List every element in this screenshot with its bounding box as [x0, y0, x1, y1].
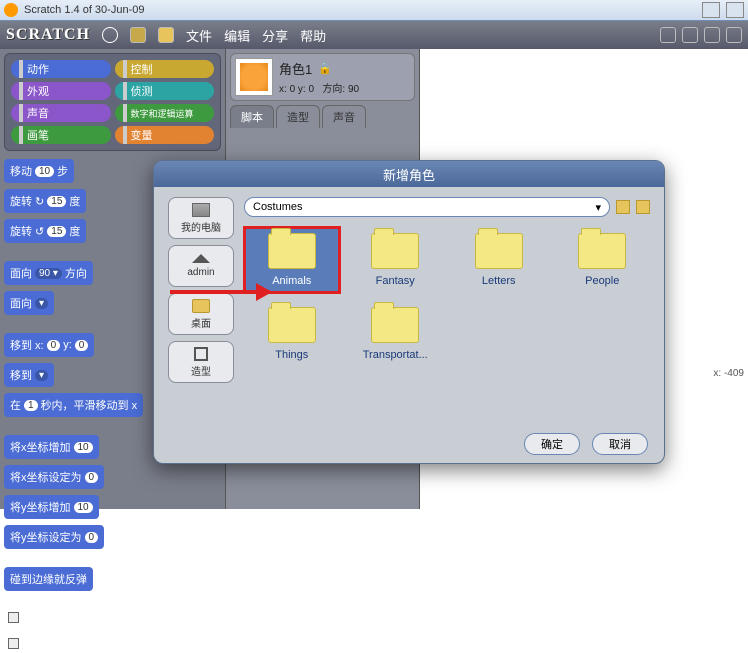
sprite-header: 角色1 🔒 x: 0 y: 0 方向: 90	[230, 53, 415, 101]
folder-icon	[371, 307, 419, 343]
block-point-to[interactable]: 面向▾	[4, 291, 54, 315]
up-folder-icon[interactable]	[616, 200, 630, 214]
folder-icon	[371, 233, 419, 269]
window-title: Scratch 1.4 of 30-Jun-09	[24, 4, 144, 16]
block-set-y[interactable]: 将y坐标设定为0	[4, 525, 104, 549]
open-icon[interactable]	[158, 27, 174, 43]
sprite-thumbnail[interactable]	[235, 58, 273, 96]
block-goto-xy[interactable]: 移到 x:0y:0	[4, 333, 94, 357]
side-computer[interactable]: 我的电脑	[168, 197, 234, 239]
computer-icon	[192, 203, 210, 217]
lock-icon[interactable]: 🔒	[318, 62, 332, 75]
language-icon[interactable]	[102, 27, 118, 43]
block-turn-left[interactable]: 旋转 ↺15度	[4, 219, 86, 243]
menubar: SCRATCH 文件 编辑 分享 帮助	[0, 21, 748, 49]
chevron-down-icon: ▾	[595, 201, 601, 214]
logo: SCRATCH	[6, 26, 90, 44]
window-titlebar: Scratch 1.4 of 30-Jun-09	[0, 0, 748, 21]
folder-icon	[268, 233, 316, 269]
cat-motion[interactable]: 动作	[11, 60, 111, 78]
tab-scripts[interactable]: 脚本	[230, 105, 274, 128]
costume-icon	[194, 347, 208, 361]
block-inc-x[interactable]: 将x坐标增加10	[4, 435, 99, 459]
tool-shrink-icon[interactable]	[726, 27, 742, 43]
menu-share[interactable]: 分享	[262, 26, 288, 45]
cat-sensing[interactable]: 侦测	[115, 82, 215, 100]
new-folder-icon[interactable]	[636, 200, 650, 214]
new-sprite-dialog: 新增角色 我的电脑 admin 桌面 造型 Costumes▾ Animals …	[153, 160, 665, 464]
block-move[interactable]: 移动10步	[4, 159, 74, 183]
stage-coords: x: -409	[713, 368, 744, 379]
tab-costumes[interactable]: 造型	[276, 105, 320, 128]
reporter-y[interactable]: y座标	[4, 633, 221, 653]
block-set-x[interactable]: 将x坐标设定为0	[4, 465, 104, 489]
folder-people[interactable]: People	[555, 227, 651, 293]
folder-transportation[interactable]: Transportat...	[348, 301, 444, 367]
cat-icon	[240, 63, 268, 91]
side-home[interactable]: admin	[168, 245, 234, 287]
tool-stamp-icon[interactable]	[660, 27, 676, 43]
path-dropdown[interactable]: Costumes▾	[244, 197, 610, 217]
dialog-sidebar: 我的电脑 admin 桌面 造型	[168, 197, 234, 415]
home-icon	[192, 254, 210, 263]
block-turn-right[interactable]: 旋转 ↻15度	[4, 189, 86, 213]
block-point-dir[interactable]: 面向90 ▾方向	[4, 261, 93, 285]
reporter-x[interactable]: x座标	[4, 607, 221, 627]
folder-icon	[268, 307, 316, 343]
tab-sounds[interactable]: 声音	[322, 105, 366, 128]
block-inc-y[interactable]: 将y坐标增加10	[4, 495, 99, 519]
tabs: 脚本 造型 声音	[230, 105, 415, 128]
annotation-arrow	[170, 290, 270, 294]
menu-file[interactable]: 文件	[186, 26, 212, 45]
folder-icon	[475, 233, 523, 269]
folder-grid: Animals Fantasy Letters People Things Tr…	[244, 227, 650, 367]
cat-control[interactable]: 控制	[115, 60, 215, 78]
ok-button[interactable]: 确定	[524, 433, 580, 455]
cat-looks[interactable]: 外观	[11, 82, 111, 100]
side-desktop[interactable]: 桌面	[168, 293, 234, 335]
tool-grow-icon[interactable]	[704, 27, 720, 43]
block-bounce[interactable]: 碰到边缘就反弹	[4, 567, 93, 591]
cancel-button[interactable]: 取消	[592, 433, 648, 455]
menu-help[interactable]: 帮助	[300, 26, 326, 45]
cat-pen[interactable]: 画笔	[11, 126, 111, 144]
folder-fantasy[interactable]: Fantasy	[348, 227, 444, 293]
folder-things[interactable]: Things	[244, 301, 340, 367]
cat-sound[interactable]: 声音	[11, 104, 111, 122]
menu-edit[interactable]: 编辑	[224, 26, 250, 45]
app-icon	[4, 3, 18, 17]
cat-variables[interactable]: 变量	[115, 126, 215, 144]
save-icon[interactable]	[130, 27, 146, 43]
cat-operators[interactable]: 数字和逻辑运算	[115, 104, 215, 122]
folder-letters[interactable]: Letters	[451, 227, 547, 293]
tool-cut-icon[interactable]	[682, 27, 698, 43]
sprite-name[interactable]: 角色1	[279, 59, 312, 78]
category-panel: 动作 控制 外观 侦测 声音 数字和逻辑运算 画笔 变量	[4, 53, 221, 151]
minimize-button[interactable]	[702, 2, 720, 18]
folder-icon	[578, 233, 626, 269]
side-costumes[interactable]: 造型	[168, 341, 234, 383]
block-glide[interactable]: 在1秒内，平滑移动到 x	[4, 393, 143, 417]
dialog-title: 新增角色	[154, 161, 664, 187]
block-goto[interactable]: 移到▾	[4, 363, 54, 387]
maximize-button[interactable]	[726, 2, 744, 18]
folder-icon	[192, 299, 210, 313]
